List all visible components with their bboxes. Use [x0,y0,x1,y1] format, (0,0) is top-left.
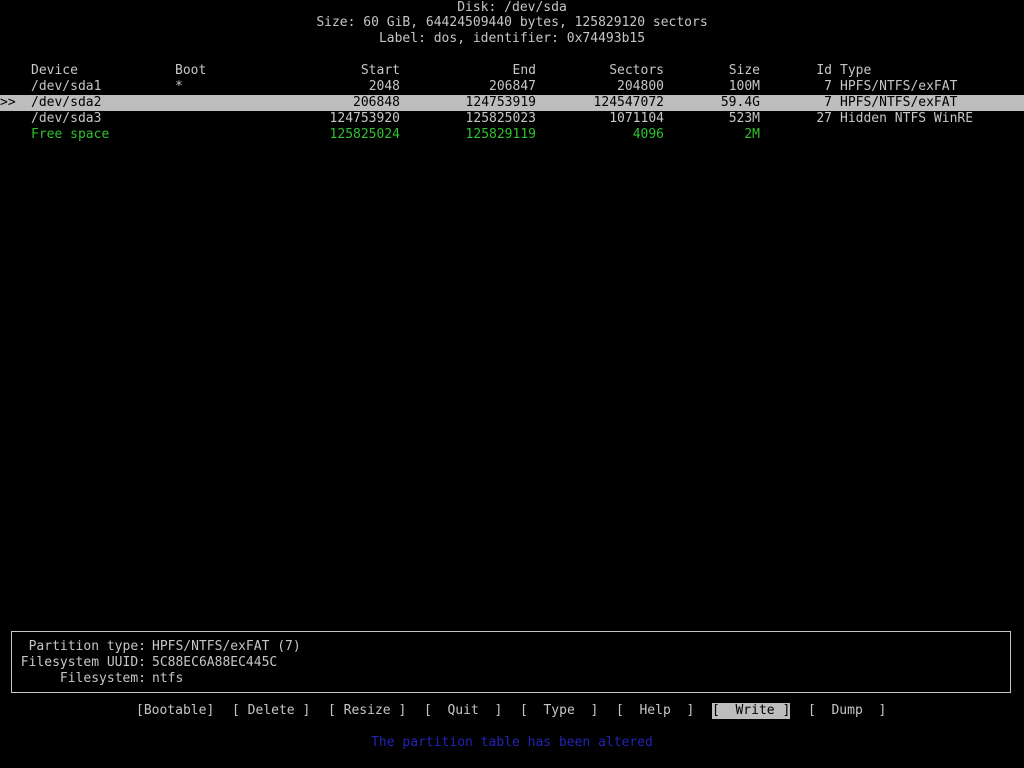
disk-title: Disk: /dev/sda [457,0,567,15]
cell-end: 125825023 [465,111,536,126]
cell-sectors: 4096 [632,127,664,142]
cell-end: 124753919 [465,95,536,110]
filesystem-uuid-value: 5C88EC6A88EC445C [152,655,278,670]
column-header-end: End [512,63,536,78]
cell-end: 206847 [489,79,536,94]
column-header-device: Device [31,63,78,78]
delete-button[interactable]: [ Delete ] [232,703,310,719]
cell-end: 125829119 [465,127,536,142]
filesystem-label: Filesystem: [59,671,146,686]
cell-id: 7 [824,95,832,110]
resize-button[interactable]: [ Resize ] [328,703,406,719]
partition-type-value: HPFS/NTFS/exFAT (7) [152,639,301,654]
column-header-sectors: Sectors [609,63,664,78]
cell-size: 2M [744,127,760,142]
dump-button[interactable]: [ Dump ] [808,703,886,719]
column-header-start: Start [360,63,400,78]
cell-start: 206848 [353,95,400,110]
cell-boot: * [175,79,183,94]
write-button[interactable]: [ Write ] [712,703,791,719]
cell-size: 523M [728,111,760,126]
bootable-button[interactable]: [Bootable] [136,703,214,719]
quit-button[interactable]: [ Quit ] [424,703,502,719]
column-header-id: Id [816,63,832,78]
cell-start: 125825024 [329,127,400,142]
partition-row-sda3[interactable]: /dev/sda3 124753920 125825023 1071104 52… [0,111,1024,127]
column-header-type: Type [840,63,872,78]
cell-id: 7 [824,79,832,94]
type-button[interactable]: [ Type ] [520,703,598,719]
partition-type-label: Partition type: [28,639,146,654]
column-header-boot: Boot [175,63,207,78]
cell-start: 124753920 [329,111,400,126]
help-button[interactable]: [ Help ] [616,703,694,719]
disk-size-line: Size: 60 GiB, 64424509440 bytes, 1258291… [316,15,708,30]
cell-size: 59.4G [720,95,760,110]
cell-device: Free space [31,127,110,142]
cell-sectors: 204800 [617,79,664,94]
filesystem-uuid-label: Filesystem UUID: [20,655,146,670]
cell-device: /dev/sda3 [31,111,102,126]
cell-start: 2048 [368,79,400,94]
disk-label-line: Label: dos, identifier: 0x74493b15 [378,31,646,46]
cell-sectors: 1071104 [609,111,664,126]
partition-row-sda2[interactable]: >> /dev/sda2 206848 124753919 124547072 … [0,95,1024,111]
table-header: Device Boot Start End Sectors Size Id Ty… [0,63,1024,79]
cell-type: HPFS/NTFS/exFAT [840,79,958,94]
partition-row-sda1[interactable]: /dev/sda1 * 2048 206847 204800 100M 7 HP… [0,79,1024,95]
cell-size: 100M [728,79,760,94]
column-header-size: Size [728,63,760,78]
cell-type: Hidden NTFS WinRE [840,111,974,126]
cell-device: /dev/sda1 [31,79,102,94]
cell-device: /dev/sda2 [31,95,102,110]
filesystem-value: ntfs [152,671,184,686]
cell-id: 27 [816,111,832,126]
free-space-row[interactable]: Free space 125825024 125829119 4096 2M [0,127,1024,143]
status-message: The partition table has been altered [371,735,653,750]
cell-type: HPFS/NTFS/exFAT [840,95,958,110]
selection-cursor: >> [0,95,16,110]
cell-sectors: 124547072 [593,95,664,110]
